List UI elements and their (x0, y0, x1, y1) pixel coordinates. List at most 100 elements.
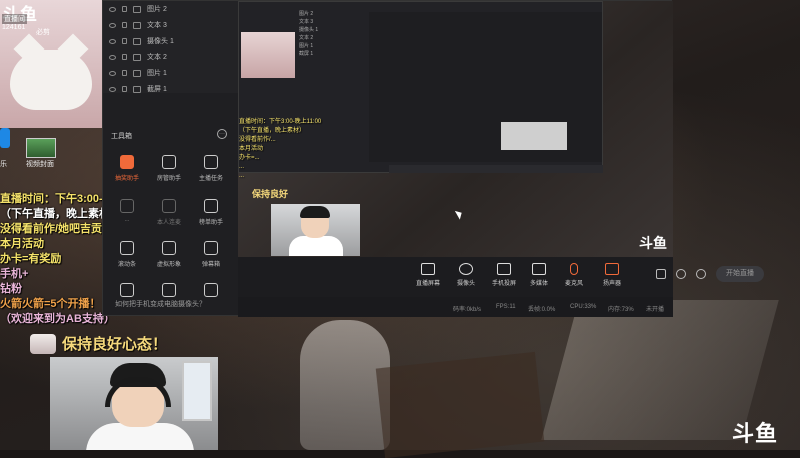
phone-cast-button[interactable]: 手机投屏 (484, 263, 524, 287)
camera-icon (459, 263, 473, 275)
camera-icon (133, 37, 141, 45)
media-button[interactable]: 多媒体 (519, 263, 559, 287)
tool-danmu-box[interactable]: 弹幕箱 (191, 241, 231, 268)
microphone-button[interactable]: 麦克风 (554, 263, 594, 287)
star-icon (204, 199, 218, 213)
tool-rank-helper[interactable]: 榜单助手 (191, 199, 231, 226)
lock-icon[interactable] (122, 70, 127, 76)
image-icon (133, 69, 141, 77)
preview-douyu-logo: 斗鱼 (639, 235, 667, 251)
tool-lottery[interactable]: 抽奖助手 (107, 155, 147, 182)
cat-avatar (30, 333, 56, 354)
webcam-window (182, 361, 212, 421)
lock-icon[interactable] (122, 22, 127, 28)
stream-preview[interactable]: 图片 2 文本 3 摄像头 1 文本 2 图片 1 截屏 1 直播时间：下午3:… (238, 1, 673, 257)
visibility-eye-icon[interactable] (109, 54, 116, 60)
source-toolbar: 直播屏幕 摄像头 手机投屏 多媒体 麦克风 扬声器 开始直播 (238, 257, 764, 297)
bear-icon (162, 241, 176, 255)
eye-icon[interactable] (676, 269, 686, 279)
toolbox-title: 工具箱 (111, 133, 132, 140)
person-icon (162, 155, 176, 169)
background-floor-object (375, 351, 545, 458)
text-icon (133, 21, 141, 29)
mood-banner: 保持良好心态！ (30, 333, 167, 354)
douyu-watermark: 斗鱼 (732, 421, 779, 446)
nested-cat-image (241, 32, 295, 78)
status-bar: 码率:0kb/s FPS:11 丢帧:0.0% CPU:33% 内存:73% 未… (238, 297, 673, 317)
lock-icon[interactable] (122, 54, 127, 60)
visibility-eye-icon[interactable] (109, 38, 116, 44)
gear-icon[interactable] (696, 269, 706, 279)
toolbox-panel: 工具箱 ··· 抽奖助手 房管助手 主播任务 ... 本人连麦 榜单助手 滚动条… (103, 125, 238, 315)
tool-virtual-avatar[interactable]: 虚拟形象 (149, 241, 189, 268)
layer-label: 图片 1 (147, 70, 167, 77)
visibility-eye-icon[interactable] (109, 70, 116, 76)
video-cover-thumbnail[interactable] (26, 138, 56, 158)
task-icon (204, 155, 218, 169)
lock-icon[interactable] (122, 86, 127, 92)
tool-disabled[interactable]: ... (107, 199, 147, 223)
live-state: 未开播 (646, 307, 665, 313)
layer-label: 文本 3 (147, 22, 167, 29)
layer-item[interactable]: 摄像头 1 (103, 33, 238, 49)
layer-label: 截屏 1 (147, 86, 167, 93)
play-icon (532, 263, 546, 275)
help-link[interactable]: 如何把手机变成电脑摄像头？ (115, 299, 206, 309)
nested-preview (369, 12, 602, 162)
start-live-button[interactable]: 开始直播 (716, 266, 764, 282)
tv-icon (204, 241, 218, 255)
screen-capture-button[interactable]: 直播屏幕 (408, 263, 448, 287)
cpu-status: CPU:33% (570, 304, 597, 310)
phone-icon (497, 263, 511, 275)
tool-icon (162, 283, 176, 297)
scroll-icon (120, 241, 134, 255)
preview-webcam (271, 204, 360, 256)
tool-co-stream[interactable]: 本人连麦 (149, 199, 189, 226)
cat-face (10, 50, 92, 110)
record-icon[interactable] (656, 269, 666, 279)
camera-button[interactable]: 摄像头 (446, 263, 486, 287)
room-number: 124161 (2, 24, 26, 31)
layer-item[interactable]: 文本 2 (103, 49, 238, 65)
nested-webcam (501, 122, 567, 150)
bijian-badge: 必剪 (36, 29, 50, 36)
tool-icon (120, 199, 134, 213)
speaker-icon (605, 263, 619, 275)
visibility-eye-icon[interactable] (109, 6, 116, 12)
video-cover-label: 视频封面 (26, 161, 54, 168)
app-icon-label: 乐 (0, 161, 7, 168)
nested-studio-capture: 图片 2 文本 3 摄像头 1 文本 2 图片 1 截屏 1 直播时间：下午3:… (238, 1, 603, 179)
app-icon[interactable] (0, 128, 10, 148)
tool-anchor-tasks[interactable]: 主播任务 (191, 155, 231, 182)
webcam-feed (50, 357, 218, 450)
layer-item[interactable]: 图片 2 (103, 1, 238, 17)
tool-scroll-bar[interactable]: 滚动条 (107, 241, 147, 268)
dropped-status: 丢帧:0.0% (528, 307, 556, 313)
nested-layer-list: 图片 2 文本 3 摄像头 1 文本 2 图片 1 截屏 1 (299, 11, 319, 57)
screenshot-icon (133, 85, 141, 93)
text-icon (133, 53, 141, 61)
nested-mood-text: 保持良好 (252, 189, 289, 199)
visibility-eye-icon[interactable] (109, 86, 116, 92)
tool-room-manager[interactable]: 房管助手 (149, 155, 189, 182)
lock-icon[interactable] (122, 6, 127, 12)
link-icon (162, 199, 176, 213)
tool-icon (120, 283, 134, 297)
lock-icon[interactable] (122, 38, 127, 44)
layer-item[interactable]: 截屏 1 (103, 81, 238, 97)
speaker-button[interactable]: 扬声器 (592, 263, 632, 287)
download-icon (204, 283, 218, 297)
nested-notice: 直播时间：下午3:00-晚上11:00 （下午直播，晚上素材） 没得看前作/..… (239, 119, 322, 179)
streaming-studio-window: 图片 2 文本 3 摄像头 1 文本 2 图片 1 截屏 1 工具箱 ··· 抽… (102, 0, 764, 317)
layer-item[interactable]: 图片 1 (103, 65, 238, 81)
layer-label: 摄像头 1 (147, 38, 174, 45)
mood-text: 保持良好心态！ (62, 336, 168, 353)
microphone-icon (570, 263, 578, 275)
more-icon[interactable]: ··· (217, 129, 227, 139)
layer-item[interactable]: 文本 3 (103, 17, 238, 33)
bitrate-status: 码率:0kb/s (453, 307, 482, 313)
gift-icon (120, 155, 134, 169)
visibility-eye-icon[interactable] (109, 22, 116, 28)
monitor-icon (421, 263, 435, 275)
memory-status: 内存:73% (608, 307, 634, 313)
